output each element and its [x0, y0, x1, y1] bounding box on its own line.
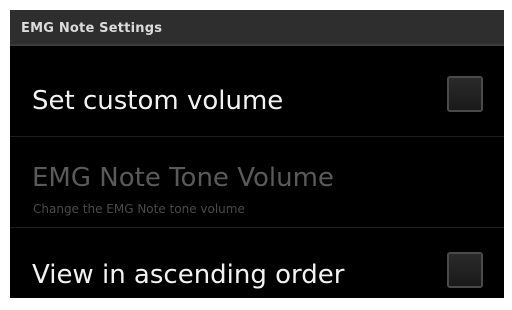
pref-tone-volume-title: EMG Note Tone Volume — [32, 163, 334, 193]
view-ascending-checkbox[interactable] — [447, 252, 483, 288]
set-custom-volume-checkbox[interactable] — [447, 76, 483, 112]
pref-tone-volume-summary: Change the EMG Note tone volume — [33, 202, 245, 216]
section-header-title: EMG Note Settings — [21, 21, 163, 36]
pref-set-custom-volume-title: Set custom volume — [32, 86, 284, 116]
pref-set-custom-volume[interactable]: Set custom volume — [10, 46, 504, 137]
section-header: EMG Note Settings — [10, 10, 504, 46]
pref-view-ascending-title: View in ascending order — [32, 260, 345, 290]
settings-screen: EMG Note Settings Set custom volume EMG … — [10, 10, 504, 298]
pref-tone-volume: EMG Note Tone Volume Change the EMG Note… — [10, 137, 504, 228]
pref-view-ascending[interactable]: View in ascending order — [10, 228, 504, 298]
